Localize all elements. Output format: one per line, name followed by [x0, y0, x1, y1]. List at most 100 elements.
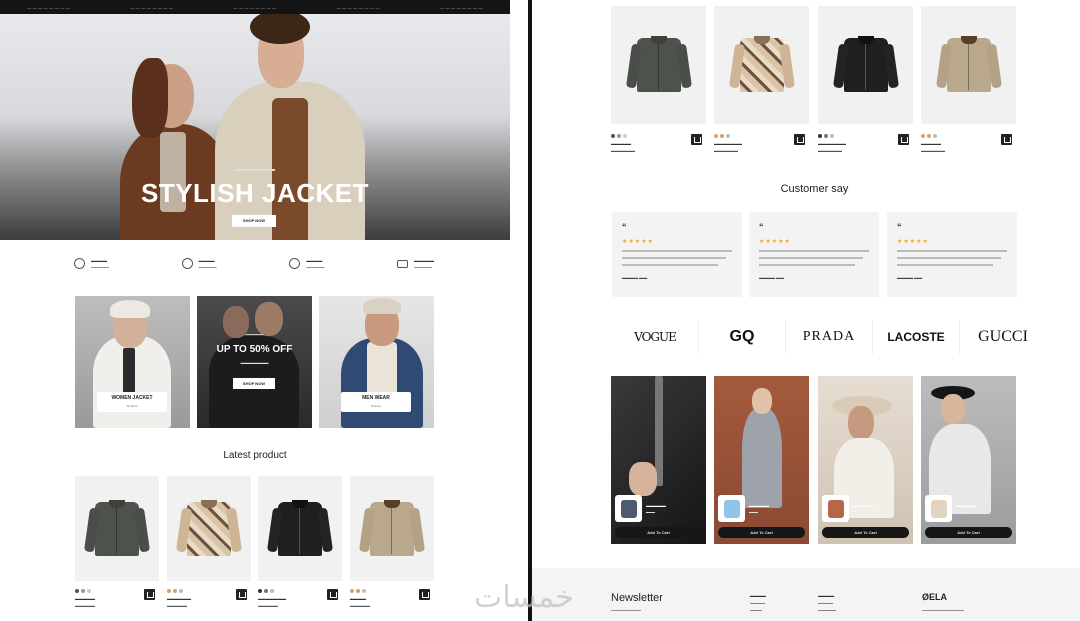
brand-strip: VOGUE GQ PRADA LACOSTE GUCCI [612, 320, 1046, 354]
add-to-cart-icon[interactable] [898, 134, 909, 145]
jacket-beige [358, 499, 426, 556]
product-meta: ▬▬▬▬▬▬▬ ▬▬▬▬▬ [258, 589, 342, 613]
promo-women-title: WOMEN JACKET [111, 395, 153, 401]
look-title: ▬▬▬▬▬ [646, 503, 666, 508]
promo-men-label: MEN WEAR 8 items [341, 392, 411, 412]
jacket-black [266, 499, 334, 556]
product-card[interactable]: ▬▬▬▬▬▬▬ ▬▬▬▬▬ [258, 476, 342, 613]
newsletter-desc: ▬▬▬▬▬▬▬▬▬▬ [611, 608, 641, 612]
jacket-camo [175, 499, 243, 556]
testimonial-author: ▬▬▬▬ ▬▬ [759, 275, 785, 280]
brand-gq[interactable]: GQ [699, 320, 786, 354]
product-card[interactable]: ▬▬▬▬▬▬▬ ▬▬▬▬▬▬ [714, 6, 809, 158]
look-thumbnail[interactable] [925, 495, 952, 522]
jacket-green [83, 499, 151, 556]
product-image[interactable] [258, 476, 342, 581]
store-home-left: — — — — — — — — — — — — — — — — — — — — … [0, 0, 528, 621]
product-image[interactable] [714, 6, 809, 124]
look-title: ▬▬▬▬▬ [749, 503, 769, 508]
product-card[interactable]: ▬▬▬▬ ▬▬▬▬▬ [350, 476, 434, 613]
brand-prada[interactable]: PRADA [786, 320, 873, 354]
product-meta: ▬▬▬▬▬ ▬▬▬▬▬ [75, 589, 159, 613]
look-title: ▬▬▬▬▬ [956, 503, 976, 508]
brand-gucci[interactable]: GUCCI [960, 320, 1046, 354]
add-to-cart-icon[interactable] [144, 589, 155, 600]
look-price: ▬▬▬ [646, 510, 655, 514]
feature-support: ▬▬▬▬ ▬▬▬▬▬▬ [289, 258, 324, 269]
lookbook-card[interactable]: ▬▬▬▬▬ ▬▬▬ Add To Cart [921, 376, 1016, 544]
product-image[interactable] [167, 476, 251, 581]
promo-sale[interactable]: ▬▬▬▬▬▬ UP TO 50% OFF ▬▬▬▬▬▬▬ SHOP NOW [197, 296, 312, 428]
add-to-cart-button[interactable]: Add To Cart [822, 527, 909, 538]
announcement-item: — — — — — — — — [130, 4, 174, 10]
newsletter-title: Newsletter [611, 592, 663, 604]
look-model [742, 408, 782, 508]
promo-sale-button[interactable]: SHOP NOW [233, 378, 275, 389]
add-to-cart-icon[interactable] [419, 589, 430, 600]
look-model-head [752, 388, 772, 414]
add-to-cart-button[interactable]: Add To Cart [925, 527, 1012, 538]
jacket-green [625, 36, 692, 92]
lookbook-card[interactable]: ▬▬▬▬▬ ▬▬▬ Add To Cart [611, 376, 706, 544]
rating-stars: ★★★★★ [759, 239, 791, 245]
product-meta: ▬▬▬▬ ▬▬▬▬▬ [350, 589, 434, 613]
product-meta: ▬▬▬▬▬▬▬ ▬▬▬▬▬▬ [714, 134, 809, 158]
promo-sale-kicker: ▬▬▬▬▬▬ [245, 332, 264, 336]
lookbook-card[interactable]: ▬▬▬▬▬ ▬▬▬ Add To Cart [714, 376, 809, 544]
product-image[interactable] [611, 6, 706, 124]
product-card[interactable]: ▬▬▬▬▬▬▬▬▬▬▬ [921, 6, 1016, 158]
rating-stars: ★★★★★ [622, 239, 654, 245]
look-thumbnail[interactable] [615, 495, 642, 522]
add-to-cart-icon[interactable] [691, 134, 702, 145]
watermark-logo: خمسات [474, 580, 575, 615]
announcement-item: — — — — — — — — [233, 4, 277, 10]
product-meta: ▬▬▬▬▬▬▬▬▬▬▬ [611, 134, 706, 158]
brand-lacoste[interactable]: LACOSTE [873, 320, 960, 354]
product-image[interactable] [818, 6, 913, 124]
product-meta: ▬▬▬▬▬▬▬▬▬▬▬ [921, 134, 1016, 158]
product-meta: ▬▬▬▬▬▬▬▬▬▬▬ [167, 589, 251, 613]
look-thumbnail[interactable] [822, 495, 849, 522]
look-model-head [848, 406, 874, 440]
add-to-cart-icon[interactable] [236, 589, 247, 600]
product-card[interactable]: ▬▬▬▬▬▬▬▬▬▬▬ [611, 6, 706, 158]
promo-sale-head-b [255, 302, 283, 336]
look-price: ▬▬▬ [749, 510, 758, 514]
add-to-cart-icon[interactable] [1001, 134, 1012, 145]
announcement-bar: — — — — — — — — — — — — — — — — — — — — … [0, 0, 510, 14]
footer-column: ▬▬▬▬ ▬▬▬▬▬ ▬▬▬▬ [750, 593, 766, 612]
lookbook-card[interactable]: ▬▬▬▬▬ ▬▬▬ Add To Cart [818, 376, 913, 544]
add-to-cart-icon[interactable] [327, 589, 338, 600]
card-icon [396, 259, 408, 268]
promo-sale-title: UP TO 50% OFF [216, 344, 293, 355]
product-card[interactable]: ▬▬▬▬▬▬▬▬▬▬▬ [167, 476, 251, 613]
promo-men[interactable]: MEN WEAR 8 items [319, 296, 434, 428]
product-card[interactable]: ▬▬▬▬▬ ▬▬▬▬▬ [75, 476, 159, 613]
look-thumbnail[interactable] [718, 495, 745, 522]
brand-vogue[interactable]: VOGUE [612, 320, 699, 354]
store-home-right: ▬▬▬▬▬ ▬▬▬▬▬▬ ▬▬▬▬▬▬▬ ▬▬▬▬▬▬ ▬▬▬▬▬▬▬ ▬▬▬▬▬▬ … [532, 0, 1080, 621]
product-image[interactable] [921, 6, 1016, 124]
add-to-cart-button[interactable]: Add To Cart [615, 527, 702, 538]
testimonial-author: ▬▬▬▬ ▬▬ [622, 275, 648, 280]
hero-shop-button[interactable]: SHOP NOW [232, 215, 276, 227]
feature-shipping: ▬▬▬▬ ▬▬▬▬▬▬ [74, 258, 109, 269]
promo-women-count: 11 items [126, 404, 138, 408]
promo-men-count: 8 items [371, 404, 381, 408]
look-price: ▬▬▬ [956, 510, 965, 514]
announcement-item: — — — — — — — — [27, 4, 70, 10]
product-card[interactable]: ▬▬▬▬▬▬▬ ▬▬▬▬▬▬ [818, 6, 913, 158]
product-image[interactable] [350, 476, 434, 581]
customer-say-title: Customer say [780, 183, 849, 195]
footer-column: ▬▬▬▬ ▬▬▬▬▬ ▬▬▬▬▬▬ [818, 593, 836, 612]
product-image[interactable] [75, 476, 159, 581]
add-to-cart-icon[interactable] [794, 134, 805, 145]
add-to-cart-button[interactable]: Add To Cart [718, 527, 805, 538]
announcement-item: — — — — — — — — [336, 4, 380, 10]
truck-icon [74, 258, 85, 269]
look-price: ▬▬▬ [853, 510, 862, 514]
promo-women[interactable]: WOMEN JACKET 11 items [75, 296, 190, 428]
jacket-black [832, 36, 899, 92]
promo-men-beanie [363, 298, 401, 314]
feature-strip: ▬▬▬▬ ▬▬▬▬▬▬ ▬▬▬▬ ▬▬▬▬▬▬ ▬▬▬▬ ▬▬▬▬▬▬ ▬▬▬▬▬ ▬▬… [74, 258, 434, 269]
